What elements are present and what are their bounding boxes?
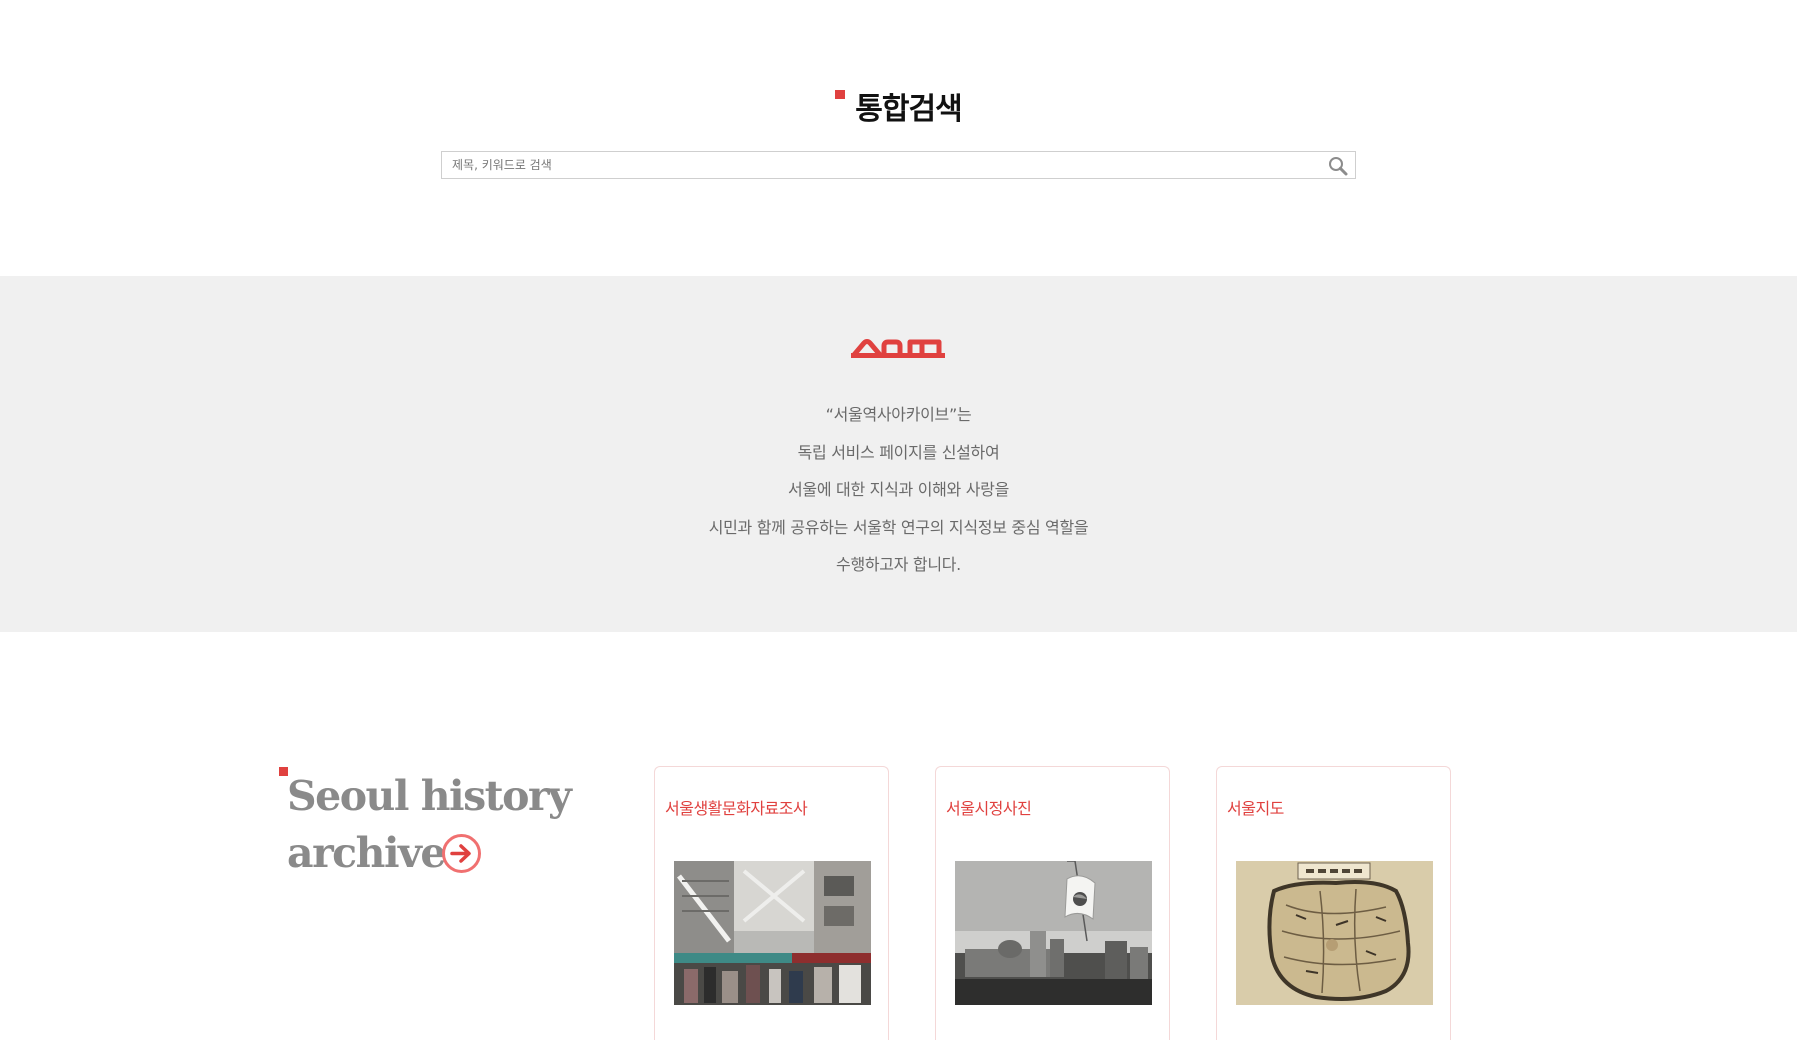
intro-line: “서울역사아카이브”는 xyxy=(825,405,972,424)
intro-line: 수행하고자 합니다. xyxy=(836,555,961,574)
archive-card-city-photos[interactable]: 서울시정사진 xyxy=(935,766,1170,1040)
intro-text: “서울역사아카이브”는 독립 서비스 페이지를 신설하여 서울에 대한 지식과 … xyxy=(0,396,1797,584)
search-title-wrap: 통합검색 xyxy=(0,84,1797,128)
intro-band: “서울역사아카이브”는 독립 서비스 페이지를 신설하여 서울에 대한 지식과 … xyxy=(0,276,1797,632)
search-title: 통합검색 xyxy=(835,84,963,128)
arrow-right-circle-icon[interactable] xyxy=(441,833,482,874)
archive-card-map[interactable]: 서울지도 xyxy=(1216,766,1451,1040)
archive-heading-line1: Seoul history xyxy=(287,772,572,820)
search-title-text: 통합검색 xyxy=(855,92,962,127)
card-thumbnail-market-street[interactable] xyxy=(674,861,871,1005)
archive-section: Seoul history archive 서울생활문화자료조사 서울시정사진 … xyxy=(0,632,1797,1040)
title-marker xyxy=(835,90,846,99)
intro-line: 서울에 대한 지식과 이해와 사랑을 xyxy=(787,480,1010,499)
search-button[interactable] xyxy=(1327,155,1349,177)
card-title: 서울시정사진 xyxy=(946,799,1032,818)
search-icon xyxy=(1329,157,1348,176)
search-box xyxy=(441,151,1356,179)
intro-line: 독립 서비스 페이지를 신설하여 xyxy=(797,442,1000,462)
card-thumbnail-city-hall[interactable] xyxy=(955,861,1152,1005)
card-thumbnail-old-map[interactable] xyxy=(1236,861,1433,1005)
search-section: 통합검색 xyxy=(0,0,1797,276)
search-input[interactable] xyxy=(442,152,1312,178)
seoul-logo xyxy=(851,339,945,358)
card-title: 서울생활문화자료조사 xyxy=(665,799,808,818)
archive-card-culture[interactable]: 서울생활문화자료조사 xyxy=(654,766,889,1040)
intro-line: 시민과 함께 공유하는 서울학 연구의 지식정보 중심 역할을 xyxy=(708,517,1089,537)
card-title: 서울지도 xyxy=(1227,799,1284,818)
